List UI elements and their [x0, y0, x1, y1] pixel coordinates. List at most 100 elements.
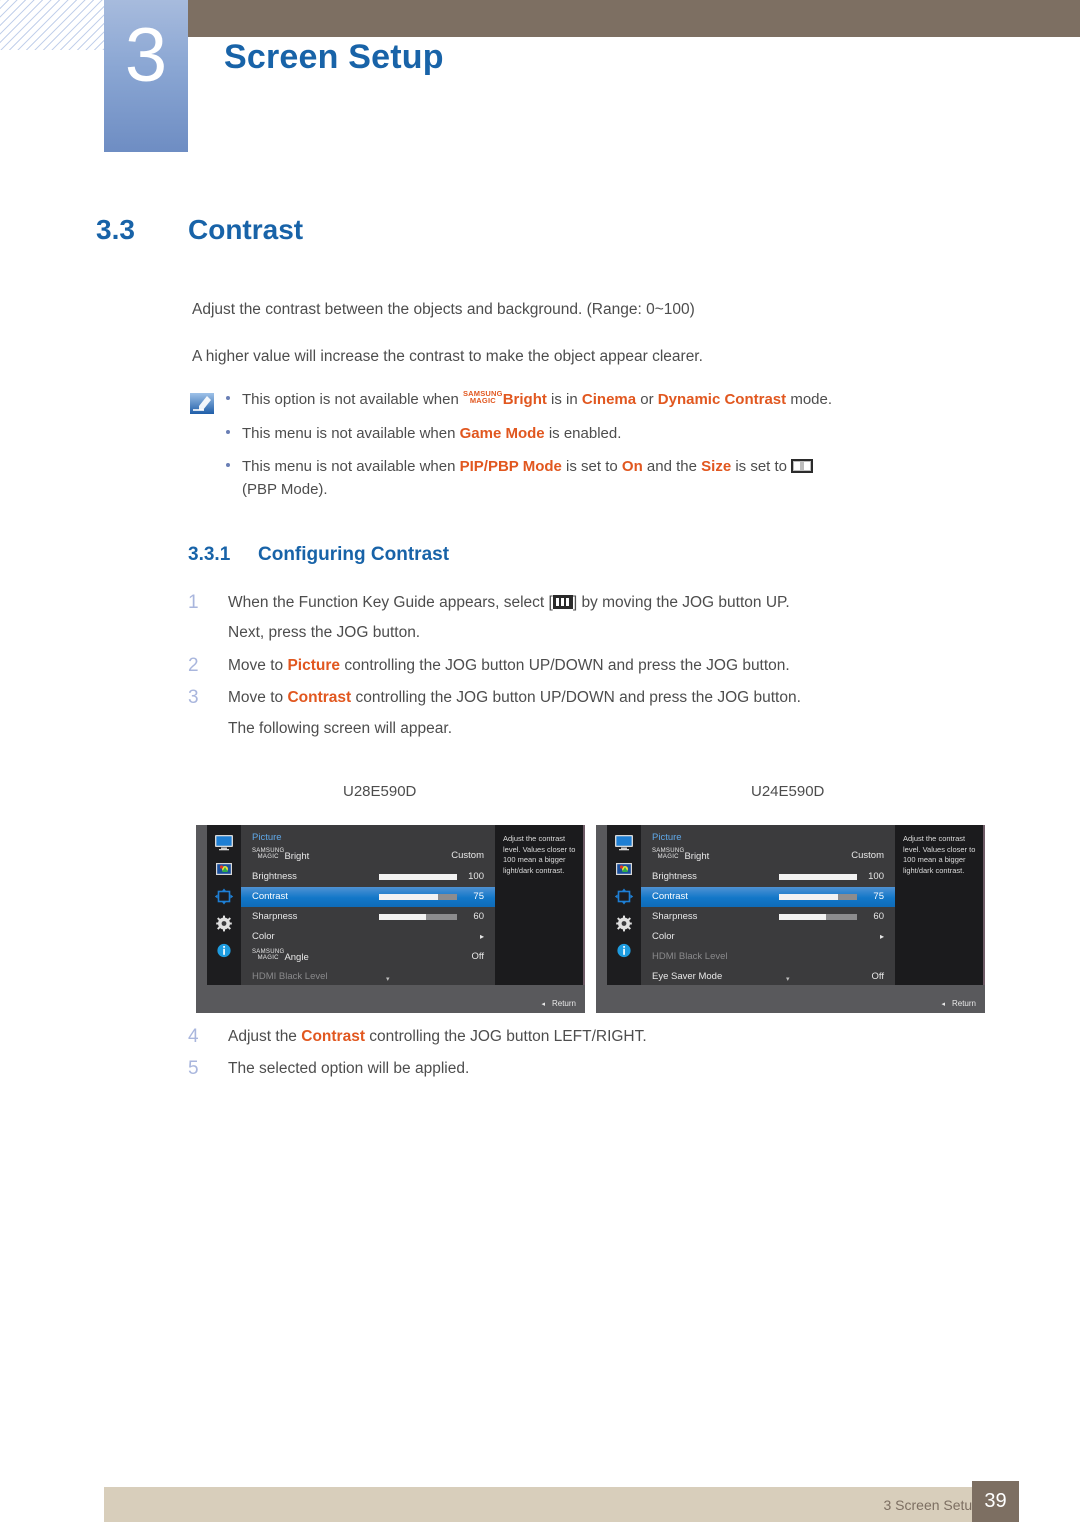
osd-row-magicbright[interactable]: SAMSUNG MAGIC Bright Custom	[241, 846, 495, 866]
osd-row-contrast[interactable]: Contrast 75	[641, 887, 895, 907]
scroll-down-indicator[interactable]: ▾	[786, 975, 790, 983]
osd-row-magicbright[interactable]: SAMSUNG MAGIC Bright Custom	[641, 846, 895, 866]
gear-icon[interactable]	[614, 915, 634, 932]
osd-menu-title: Picture	[252, 832, 282, 843]
model-label-right: U24E590D	[751, 783, 825, 800]
header-bar	[188, 0, 1080, 37]
osd-menu-title: Picture	[652, 832, 682, 843]
osd-label: Brightness	[252, 871, 297, 883]
note-pen-icon	[188, 392, 216, 416]
step-text: Move to Picture controlling the JOG butt…	[228, 656, 790, 674]
brightness-slider[interactable]	[379, 873, 457, 880]
osd-menu-panel: Picture SAMSUNG MAGIC Bright Custom Bright…	[241, 825, 495, 985]
osd-label: HDMI Black Level	[652, 951, 728, 963]
bullet-dot	[226, 463, 230, 467]
osd-return-button[interactable]: ◂ Return	[541, 999, 576, 1008]
osd-row-eye-saver-mode[interactable]: Eye Saver Mode Off	[641, 967, 895, 987]
osd-label: Color	[652, 931, 675, 943]
osd-value: Off	[871, 971, 885, 983]
osd-label: Contrast	[252, 891, 288, 903]
osd-help-text: Adjust the contrast level. Values closer…	[495, 825, 585, 985]
brightness-slider[interactable]	[779, 873, 857, 880]
sharpness-slider[interactable]	[779, 913, 857, 920]
osd-label: Contrast	[652, 891, 688, 903]
osd-row-magicangle[interactable]: SAMSUNG MAGIC Angle Off	[241, 947, 495, 967]
page-number: 39	[972, 1481, 1019, 1522]
osd-row-sharpness[interactable]: Sharpness 60	[641, 907, 895, 927]
bullet-dot	[226, 429, 230, 434]
osd-value: Custom	[851, 850, 884, 862]
osd-sidebar	[207, 825, 241, 985]
step-list-top: 1 When the Function Key Guide appears, s…	[188, 592, 988, 744]
osd-label: Sharpness	[652, 911, 698, 923]
subsection-title: Configuring Contrast	[258, 544, 450, 565]
function-key-guide-icon	[552, 595, 573, 609]
step-text: Move to Contrast controlling the JOG but…	[228, 689, 801, 707]
note-bullet-1: This option is not available when SAMSUN…	[226, 388, 978, 412]
note-bullet-2: This menu is not available when Game Mod…	[226, 423, 978, 446]
sharpness-slider[interactable]	[379, 913, 457, 920]
step-item: 2 Move to Picture controlling the JOG bu…	[188, 655, 988, 677]
contrast-slider[interactable]	[779, 893, 857, 900]
contrast-slider[interactable]	[379, 893, 457, 900]
osd-bottom-bar: ◂ Return	[196, 985, 585, 1013]
picture-icon[interactable]	[214, 861, 234, 878]
osd-value: 75	[473, 891, 484, 903]
chevron-right-icon: ▸	[879, 932, 884, 942]
step-item: 1 When the Function Key Guide appears, s…	[188, 592, 988, 645]
step-text: Adjust the Contrast controlling the JOG …	[228, 1028, 647, 1045]
osd-row-brightness[interactable]: Brightness 100	[241, 867, 495, 887]
step-subtext: The following screen will appear.	[228, 719, 453, 737]
info-icon[interactable]	[614, 942, 634, 959]
bullet-dot	[226, 396, 230, 400]
samsung-magic-label: SAMSUNG MAGIC	[252, 949, 285, 962]
osd-return-button[interactable]: ◂ Return	[941, 999, 976, 1008]
osd-value: 75	[873, 891, 884, 903]
osd-value: Off	[471, 951, 485, 963]
monitor-icon[interactable]	[614, 834, 634, 851]
decorative-hatch	[0, 0, 112, 50]
osd-row-hdmi-black-level: HDMI Black Level	[241, 967, 495, 987]
samsung-magic-label: SAMSUNG MAGIC	[652, 848, 685, 861]
model-label-left: U28E590D	[343, 783, 417, 800]
step-number: 3	[188, 687, 199, 709]
info-icon[interactable]	[214, 942, 234, 959]
step-number: 2	[188, 654, 199, 676]
scroll-down-indicator[interactable]: ▾	[386, 975, 390, 983]
pip-arrows-icon[interactable]	[214, 888, 234, 905]
samsung-magic-label: SAMSUNG MAGIC	[462, 388, 503, 405]
osd-screenshot-u24e590d: Picture SAMSUNG MAGIC Bright Custom Bright…	[596, 825, 985, 1013]
osd-row-color[interactable]: Color ▸	[641, 927, 895, 947]
pbp-size-icon	[791, 459, 814, 473]
osd-row-contrast[interactable]: Contrast 75	[241, 887, 495, 907]
osd-value: 100	[868, 871, 884, 883]
osd-row-hdmi-black-level: HDMI Black Level	[641, 947, 895, 967]
samsung-magic-label: SAMSUNG MAGIC	[252, 848, 285, 861]
return-arrow-icon: ◂	[541, 1001, 545, 1008]
picture-icon[interactable]	[614, 861, 634, 878]
osd-value: 100	[468, 871, 484, 883]
step-number: 4	[188, 1026, 199, 1047]
subsection-heading: 3.3.1 Configuring Contrast	[188, 544, 449, 566]
osd-value: 60	[873, 911, 884, 923]
intro-paragraph-2: A higher value will increase the contras…	[192, 348, 703, 365]
osd-row-color[interactable]: Color ▸	[241, 927, 495, 947]
osd-row-sharpness[interactable]: Sharpness 60	[241, 907, 495, 927]
gear-icon[interactable]	[214, 915, 234, 932]
step-subtext: Next, press the JOG button.	[228, 624, 421, 642]
osd-sidebar	[607, 825, 641, 985]
footer-label: 3 Screen Setup	[883, 1496, 980, 1513]
step-number: 5	[188, 1058, 199, 1080]
section-heading: 3.3 Contrast	[96, 214, 976, 246]
step-text: The selected option will be applied.	[228, 1060, 470, 1078]
monitor-icon[interactable]	[214, 834, 234, 851]
pip-arrows-icon[interactable]	[614, 888, 634, 905]
osd-label: HDMI Black Level	[252, 971, 328, 983]
section-title: Contrast	[188, 214, 304, 245]
osd-bottom-bar: ◂ Return	[596, 985, 985, 1013]
step-item: 4 Adjust the Contrast controlling the JO…	[188, 1026, 988, 1048]
chapter-number: 3	[124, 13, 168, 98]
note-bullet-3: This menu is not available when PIP/PBP …	[226, 456, 978, 501]
osd-row-brightness[interactable]: Brightness 100	[641, 867, 895, 887]
osd-value: Custom	[451, 850, 484, 862]
